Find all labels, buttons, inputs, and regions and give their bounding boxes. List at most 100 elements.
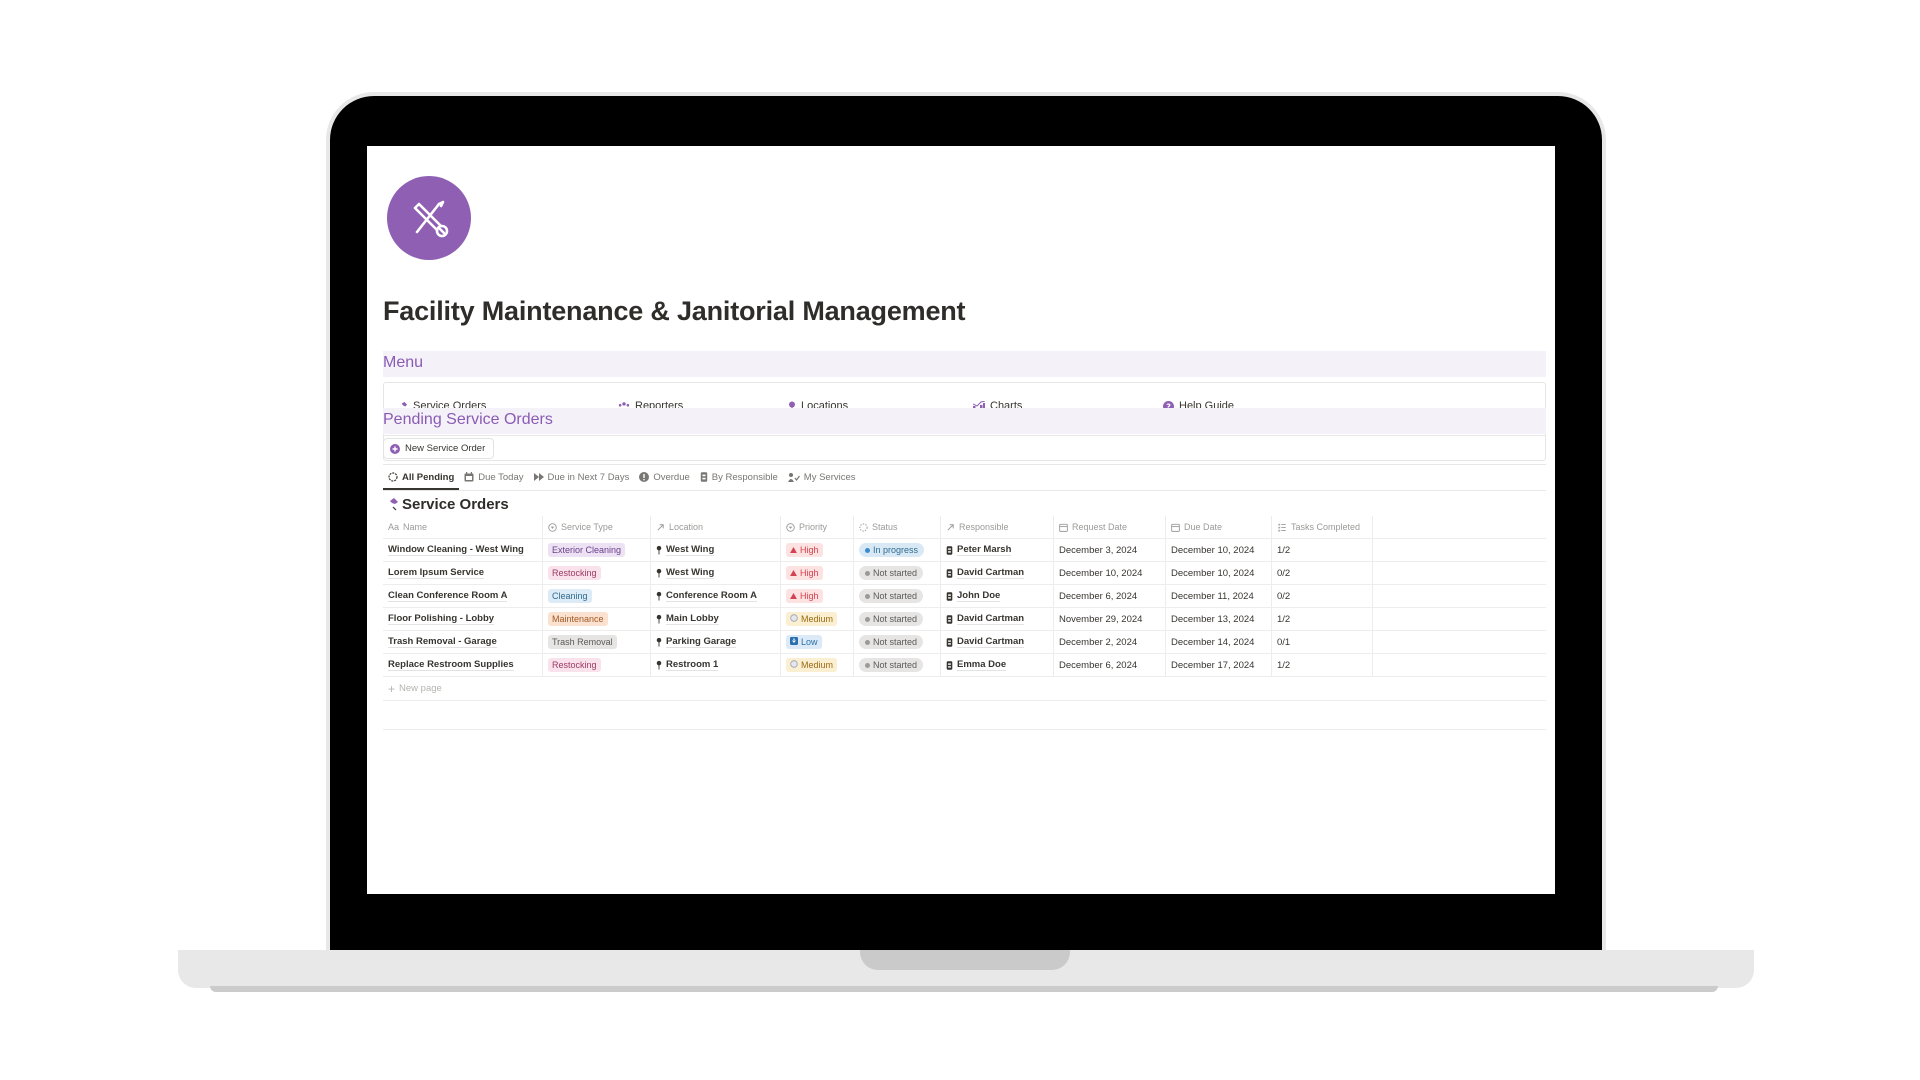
column-header-due-date[interactable]: Due Date (1166, 516, 1272, 538)
status-label: Not started (873, 637, 918, 647)
laptop-notch (860, 950, 1070, 970)
divider (383, 490, 1546, 491)
service-type-tag: Restocking (548, 658, 601, 672)
cell-priority[interactable]: Medium (781, 608, 854, 630)
cell-due-date[interactable]: December 14, 2024 (1166, 631, 1272, 653)
cell-service-type[interactable]: Exterior Cleaning (543, 539, 651, 561)
cell-responsible[interactable]: Emma Doe (941, 654, 1054, 676)
cell-responsible[interactable]: David Cartman (941, 608, 1054, 630)
cell-tasks-completed[interactable]: 1/2 (1272, 608, 1373, 630)
cell-priority[interactable]: High (781, 562, 854, 584)
tab-all-pending[interactable]: All Pending (383, 466, 460, 490)
cell-due-date[interactable]: December 17, 2024 (1166, 654, 1272, 676)
person-check-icon (787, 472, 800, 482)
cell-location[interactable]: Conference Room A (651, 585, 781, 607)
cell-priority[interactable]: High (781, 539, 854, 561)
cell-name[interactable]: Trash Removal - Garage (383, 631, 543, 653)
cell-due-date[interactable]: December 13, 2024 (1166, 608, 1272, 630)
cell-name[interactable]: Clean Conference Room A (383, 585, 543, 607)
cell-due-date[interactable]: December 10, 2024 (1166, 539, 1272, 561)
tab-due-today[interactable]: Due Today (459, 466, 528, 488)
new-service-order-button[interactable]: New Service Order (383, 438, 495, 459)
priority-label: High (800, 545, 819, 555)
table-row[interactable]: Window Cleaning - West Wing Exterior Cle… (383, 539, 1546, 562)
tab-by-responsible[interactable]: By Responsible (695, 466, 783, 488)
cell-name[interactable]: Floor Polishing - Lobby (383, 608, 543, 630)
cell-tasks-completed[interactable]: 1/2 (1272, 539, 1373, 561)
status-dot-icon (865, 662, 870, 668)
database-title-text: Service Orders (402, 496, 509, 513)
cell-name[interactable]: Lorem Ipsum Service (383, 562, 543, 584)
cell-responsible[interactable]: John Doe (941, 585, 1054, 607)
cell-priority[interactable]: High (781, 585, 854, 607)
status-icon (859, 522, 868, 532)
cell-request-date[interactable]: December 6, 2024 (1054, 654, 1166, 676)
cell-responsible[interactable]: David Cartman (941, 631, 1054, 653)
responsible-link: Peter Marsh (957, 544, 1012, 556)
new-service-order-label: New Service Order (405, 443, 486, 454)
cell-service-type[interactable]: Restocking (543, 654, 651, 676)
cell-location[interactable]: Main Lobby (651, 608, 781, 630)
cell-location[interactable]: Parking Garage (651, 631, 781, 653)
cell-location[interactable]: West Wing (651, 562, 781, 584)
cell-status[interactable]: Not started (854, 562, 941, 584)
cell-request-date[interactable]: December 3, 2024 (1054, 539, 1166, 561)
cell-location[interactable]: West Wing (651, 539, 781, 561)
cell-request-date[interactable]: November 29, 2024 (1054, 608, 1166, 630)
column-header-status[interactable]: Status (854, 516, 941, 538)
cell-due-date[interactable]: December 11, 2024 (1166, 585, 1272, 607)
cell-priority[interactable]: Medium (781, 654, 854, 676)
tab-due-next-7-days[interactable]: Due in Next 7 Days (529, 466, 635, 488)
new-page-button[interactable]: + New page (383, 677, 1546, 701)
cell-tasks-completed[interactable]: 0/2 (1272, 562, 1373, 584)
cell-request-date[interactable]: December 2, 2024 (1054, 631, 1166, 653)
column-label: Service Type (561, 522, 613, 532)
cell-tasks-completed[interactable]: 0/1 (1272, 631, 1373, 653)
column-header-tasks-completed[interactable]: Tasks Completed (1272, 516, 1373, 538)
cell-service-type[interactable]: Cleaning (543, 585, 651, 607)
cell-service-type[interactable]: Restocking (543, 562, 651, 584)
column-header-name[interactable]: Aa Name (383, 516, 543, 538)
column-header-request-date[interactable]: Request Date (1054, 516, 1166, 538)
column-label: Name (403, 522, 428, 532)
tab-overdue[interactable]: Overdue (634, 466, 694, 488)
cell-status[interactable]: Not started (854, 608, 941, 630)
column-header-responsible[interactable]: Responsible (941, 516, 1054, 538)
cell-priority[interactable]: Low (781, 631, 854, 653)
cell-tasks-completed[interactable]: 0/2 (1272, 585, 1373, 607)
responsible-link: David Cartman (957, 636, 1025, 648)
cell-status[interactable]: In progress (854, 539, 941, 561)
tab-my-services[interactable]: My Services (783, 466, 861, 488)
page-icon[interactable] (387, 176, 471, 260)
priority-label: High (800, 591, 819, 601)
relation-arrow-icon (657, 523, 664, 531)
cell-request-date[interactable]: December 10, 2024 (1054, 562, 1166, 584)
cell-responsible[interactable]: David Cartman (941, 562, 1054, 584)
location-link: Parking Garage (666, 636, 737, 648)
new-page-label: New page (399, 683, 442, 694)
cell-responsible[interactable]: Peter Marsh (941, 539, 1054, 561)
cell-tasks-completed[interactable]: 1/2 (1272, 654, 1373, 676)
table-row[interactable]: Replace Restroom Supplies Restocking Res… (383, 654, 1546, 677)
column-header-location[interactable]: Location (651, 516, 781, 538)
cell-name[interactable]: Replace Restroom Supplies (383, 654, 543, 676)
table-row[interactable]: Clean Conference Room A Cleaning Confere… (383, 585, 1546, 608)
cell-status[interactable]: Not started (854, 631, 941, 653)
status-dot-icon (865, 570, 870, 576)
database-title[interactable]: Service Orders (385, 496, 509, 513)
location-link: West Wing (666, 567, 715, 579)
cell-service-type[interactable]: Trash Removal (543, 631, 651, 653)
cell-location[interactable]: Restroom 1 (651, 654, 781, 676)
cell-status[interactable]: Not started (854, 654, 941, 676)
table-row[interactable]: Trash Removal - Garage Trash Removal Par… (383, 631, 1546, 654)
table-row[interactable]: Floor Polishing - Lobby Maintenance Main… (383, 608, 1546, 631)
cell-name[interactable]: Window Cleaning - West Wing (383, 539, 543, 561)
column-header-priority[interactable]: Priority (781, 516, 854, 538)
cell-service-type[interactable]: Maintenance (543, 608, 651, 630)
cell-status[interactable]: Not started (854, 585, 941, 607)
column-header-service-type[interactable]: Service Type (543, 516, 651, 538)
cell-request-date[interactable]: December 6, 2024 (1054, 585, 1166, 607)
table-row[interactable]: Lorem Ipsum Service Restocking West Wing… (383, 562, 1546, 585)
cell-due-date[interactable]: December 10, 2024 (1166, 562, 1272, 584)
circle-dashed-icon (388, 472, 398, 482)
